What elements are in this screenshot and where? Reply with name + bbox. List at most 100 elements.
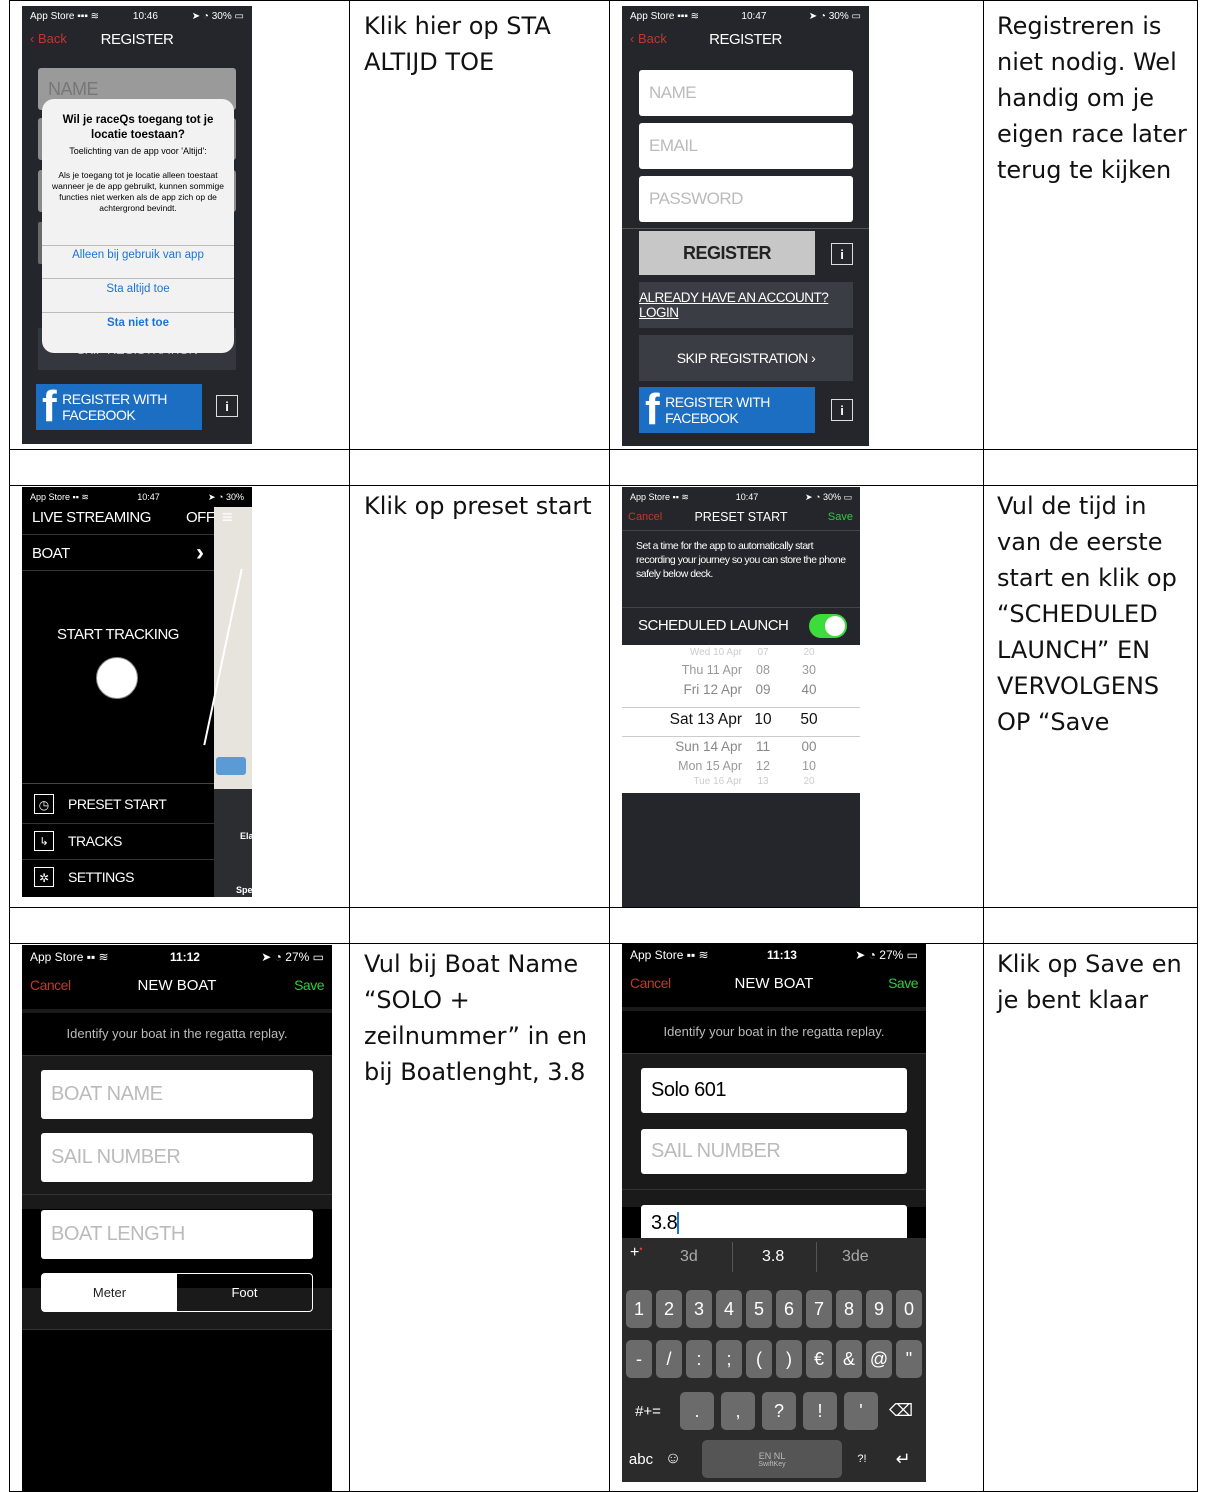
picker-hour[interactable]: 10: [748, 711, 778, 729]
keyboard-key[interactable]: ": [896, 1340, 922, 1378]
boat-length-input[interactable]: 3.8: [641, 1205, 907, 1241]
keyboard-key[interactable]: 9: [866, 1290, 892, 1328]
backspace-icon[interactable]: ⌫: [880, 1393, 922, 1429]
space-bar[interactable]: EN NL SwiftKey: [702, 1440, 842, 1478]
facebook-register-button[interactable]: f REGISTER WITH FACEBOOK: [36, 384, 202, 430]
map-view[interactable]: Ela Spe: [203, 507, 252, 897]
alert-title: Wil je raceQs toegang tot je locatie toe…: [62, 114, 214, 141]
picker-hour[interactable]: 08: [748, 663, 778, 677]
sail-number-input[interactable]: SAIL NUMBER: [641, 1129, 907, 1174]
punctuation-key[interactable]: ?!: [850, 1442, 874, 1476]
boat-name-input[interactable]: BOAT NAME: [41, 1070, 313, 1119]
keyboard-key[interactable]: 7: [806, 1290, 832, 1328]
picker-minute[interactable]: 30: [794, 663, 824, 677]
picker-date[interactable]: Fri 12 Apr: [652, 682, 742, 697]
alert-body: Als je toegang tot je locatie alleen toe…: [52, 170, 224, 213]
hamburger-menu-icon[interactable]: ≡: [222, 507, 233, 528]
name-input[interactable]: NAME: [639, 70, 853, 116]
save-button[interactable]: Save: [888, 975, 918, 991]
keyboard-key[interactable]: :: [686, 1340, 712, 1378]
facebook-label: REGISTER WITH FACEBOOK: [62, 391, 167, 423]
emoji-icon[interactable]: ☺: [658, 1442, 688, 1476]
chevron-right-icon[interactable]: ›: [196, 539, 204, 567]
picker-date[interactable]: Mon 15 Apr: [652, 759, 742, 773]
alert-option-deny[interactable]: Sta niet toe: [42, 317, 234, 329]
suggestion[interactable]: 3.8: [762, 1248, 784, 1266]
keyboard-key[interactable]: ;: [716, 1340, 742, 1378]
keyboard-key[interactable]: (: [746, 1340, 772, 1378]
keyboard-key[interactable]: ?: [762, 1392, 796, 1430]
keyboard-key[interactable]: €: [806, 1340, 832, 1378]
picker-date[interactable]: Sat 13 Apr: [652, 711, 742, 729]
alert-option-always[interactable]: Sta altijd toe: [42, 283, 234, 295]
abc-key[interactable]: abc: [626, 1442, 656, 1476]
keyboard-key[interactable]: 4: [716, 1290, 742, 1328]
info-icon[interactable]: i: [831, 399, 853, 421]
suggestion[interactable]: 3d: [680, 1248, 698, 1266]
live-streaming-toggle[interactable]: OFF: [186, 509, 215, 526]
save-button[interactable]: Save: [294, 977, 324, 993]
alert-option-when-in-use[interactable]: Alleen bij gebruik van app: [42, 249, 234, 261]
picker-minute[interactable]: 10: [794, 759, 824, 773]
menu-item-tracks[interactable]: ↳ TRACKS: [22, 827, 214, 859]
unit-foot-segment[interactable]: Foot: [177, 1274, 312, 1311]
keyboard-key[interactable]: &: [836, 1340, 862, 1378]
start-tracking-button[interactable]: [96, 657, 138, 699]
keyboard-key[interactable]: ': [844, 1392, 878, 1430]
scheduled-launch-toggle[interactable]: [809, 614, 847, 638]
keyboard-key[interactable]: 2: [656, 1290, 682, 1328]
sail-number-input[interactable]: SAIL NUMBER: [41, 1133, 313, 1182]
picker-minute[interactable]: 00: [794, 739, 824, 754]
keyboard-key[interactable]: 1: [626, 1290, 652, 1328]
picker-hour[interactable]: 09: [748, 682, 778, 697]
picker-hour[interactable]: 13: [748, 776, 778, 787]
unit-segmented-control[interactable]: Meter Foot: [41, 1273, 313, 1312]
symbols-key[interactable]: #+=: [626, 1393, 670, 1429]
picker-hour[interactable]: 07: [748, 647, 778, 658]
picker-date[interactable]: Sun 14 Apr: [652, 739, 742, 754]
picker-date[interactable]: Thu 11 Apr: [652, 663, 742, 677]
password-input[interactable]: PASSWORD: [639, 176, 853, 222]
keyboard-key[interactable]: /: [656, 1340, 682, 1378]
chevron-right-icon: ›: [811, 350, 816, 366]
picker-date[interactable]: Wed 10 Apr: [652, 647, 742, 658]
menu-item-preset-start[interactable]: ◷ PRESET START: [22, 790, 214, 822]
keyboard-key[interactable]: 0: [896, 1290, 922, 1328]
picker-minute[interactable]: 40: [794, 682, 824, 697]
keyboard-key[interactable]: @: [866, 1340, 892, 1378]
menu-item-settings[interactable]: ✲ SETTINGS: [22, 863, 214, 895]
keyboard-key[interactable]: ,: [721, 1392, 755, 1430]
boat-name-input[interactable]: Solo 601: [641, 1068, 907, 1113]
keyboard-key[interactable]: 3: [686, 1290, 712, 1328]
save-button[interactable]: Save: [828, 511, 853, 523]
keyboard-key[interactable]: 6: [776, 1290, 802, 1328]
keyboard-key[interactable]: 5: [746, 1290, 772, 1328]
keyboard-key[interactable]: !: [803, 1392, 837, 1430]
instruction-text: Vul bij Boat Name “SOLO + zeilnummer” in…: [364, 950, 588, 1086]
email-input[interactable]: EMAIL: [639, 123, 853, 169]
picker-hour[interactable]: 12: [748, 759, 778, 773]
keyboard-key[interactable]: -: [626, 1340, 652, 1378]
info-icon[interactable]: i: [216, 395, 238, 417]
register-button[interactable]: REGISTER: [639, 231, 815, 275]
info-icon[interactable]: i: [831, 243, 853, 265]
plus-icon[interactable]: +•: [630, 1244, 643, 1262]
picker-minute[interactable]: 20: [794, 776, 824, 787]
picker-date[interactable]: Tue 16 Apr: [652, 776, 742, 787]
unit-meter-segment[interactable]: Meter: [42, 1274, 177, 1311]
picker-minute[interactable]: 20: [794, 647, 824, 658]
suggestion[interactable]: 3de: [842, 1248, 869, 1266]
picker-hour[interactable]: 11: [748, 739, 778, 754]
boat-length-input[interactable]: BOAT LENGTH: [41, 1210, 313, 1259]
picker-minute[interactable]: 50: [794, 711, 824, 729]
keyboard-key[interactable]: 8: [836, 1290, 862, 1328]
facebook-register-button[interactable]: f REGISTER WITH FACEBOOK: [639, 387, 815, 433]
return-icon[interactable]: ↵: [884, 1442, 922, 1476]
keyboard-key[interactable]: .: [680, 1392, 714, 1430]
login-link[interactable]: ALREADY HAVE AN ACCOUNT? LOGIN: [639, 282, 853, 328]
date-time-picker[interactable]: Wed 10 Apr 07 20 Thu 11 Apr 08 30 Fri 12 Apr 09…: [622, 645, 860, 793]
boat-label[interactable]: BOAT: [32, 545, 70, 562]
keyboard-key[interactable]: ): [776, 1340, 802, 1378]
skip-registration-button[interactable]: SKIP REGISTRATION ›: [639, 335, 853, 381]
screenshot-register-alert: App Store ▪▪▪ ≋ 10:46 ➤ ◔ 30% ▭ ‹ Back R…: [22, 6, 252, 444]
